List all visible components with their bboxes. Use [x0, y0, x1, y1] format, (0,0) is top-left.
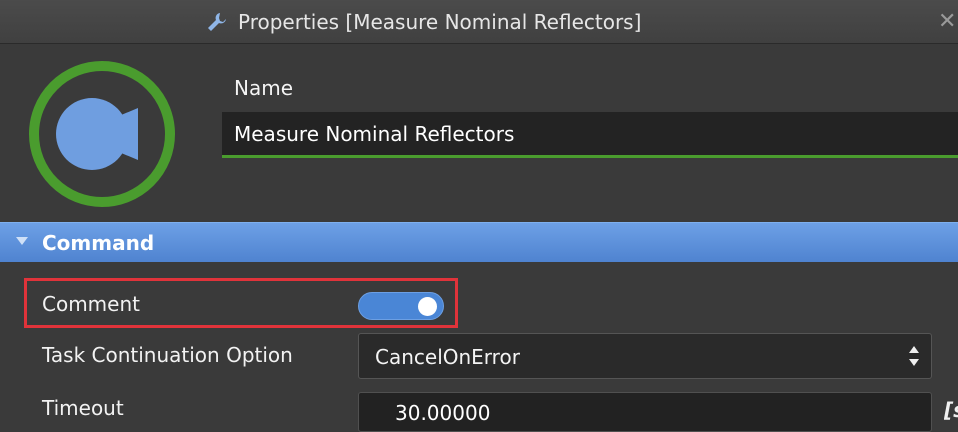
- task-continuation-select[interactable]: CancelOnError: [358, 333, 932, 379]
- timeout-field[interactable]: 30.00000: [358, 392, 932, 432]
- toggle-knob: [418, 297, 437, 316]
- close-icon[interactable]: ✕: [938, 0, 958, 44]
- comment-label: Comment: [42, 292, 140, 316]
- section-title: Command: [42, 231, 155, 255]
- comment-toggle[interactable]: [358, 292, 444, 320]
- timeout-label: Timeout: [42, 396, 124, 420]
- name-label: Name: [234, 76, 294, 100]
- name-field[interactable]: Measure Nominal Reflectors: [222, 112, 958, 158]
- updown-arrows-icon: [909, 346, 919, 368]
- window-title: Properties [Measure Nominal Reflectors]: [238, 10, 642, 34]
- section-command[interactable]: Command: [0, 222, 958, 262]
- timeout-value: 30.00000: [395, 401, 491, 425]
- task-continuation-value: CancelOnError: [375, 345, 520, 369]
- task-continuation-label: Task Continuation Option: [42, 343, 293, 367]
- camera-icon: [29, 61, 175, 207]
- timeout-unit: [s: [944, 398, 958, 422]
- chevron-down-icon: [16, 237, 28, 245]
- wrench-icon: [208, 13, 226, 31]
- title-bar: Properties [Measure Nominal Reflectors] …: [0, 0, 958, 44]
